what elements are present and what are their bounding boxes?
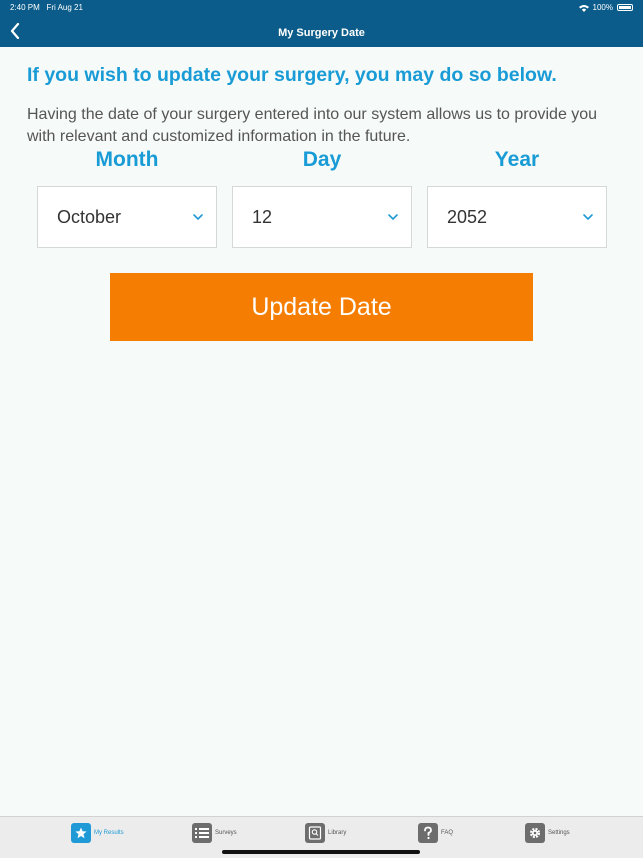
status-time: 2:40 PM Fri Aug 21 <box>10 3 83 12</box>
tab-surveys[interactable]: Surveys <box>192 823 237 843</box>
update-date-button[interactable]: Update Date <box>110 273 533 341</box>
tab-label: Library <box>328 830 347 836</box>
wifi-icon <box>578 4 589 12</box>
list-icon <box>192 823 212 843</box>
tab-my-results[interactable]: My Results <box>71 823 124 843</box>
book-search-icon <box>305 823 325 843</box>
status-bar: 2:40 PM Fri Aug 21 100% <box>0 0 643 16</box>
headline: If you wish to update your surgery, you … <box>27 64 557 86</box>
gear-icon <box>525 823 545 843</box>
question-icon <box>418 823 438 843</box>
day-value: 12 <box>252 206 273 227</box>
year-select[interactable]: 2052 <box>427 186 607 248</box>
home-indicator <box>222 850 420 854</box>
status-indicators: 100% <box>578 3 633 12</box>
chevron-down-icon <box>193 214 203 221</box>
page-title: My Surgery Date <box>278 27 365 39</box>
tab-label: Settings <box>548 830 570 836</box>
description: Having the date of your surgery entered … <box>27 106 598 145</box>
app-header: 2:40 PM Fri Aug 21 100% My Surgery Date <box>0 0 643 47</box>
month-value: October <box>57 206 122 227</box>
day-label: Day <box>302 148 342 171</box>
year-value: 2052 <box>447 206 488 227</box>
month-label: Month <box>95 148 159 171</box>
tab-settings[interactable]: Settings <box>525 823 570 843</box>
star-icon <box>71 823 91 843</box>
tab-label: FAQ <box>441 830 454 836</box>
tab-label: My Results <box>94 830 124 836</box>
year-label: Year <box>494 148 540 171</box>
tab-faq[interactable]: FAQ <box>418 823 453 843</box>
day-select[interactable]: 12 <box>232 186 412 248</box>
month-select[interactable]: October <box>37 186 217 248</box>
battery-icon <box>617 4 633 11</box>
chevron-down-icon <box>583 214 593 221</box>
chevron-down-icon <box>388 214 398 221</box>
tab-label: Surveys <box>215 830 237 836</box>
tab-library[interactable]: Library <box>305 823 346 843</box>
battery-percent: 100% <box>592 3 613 12</box>
